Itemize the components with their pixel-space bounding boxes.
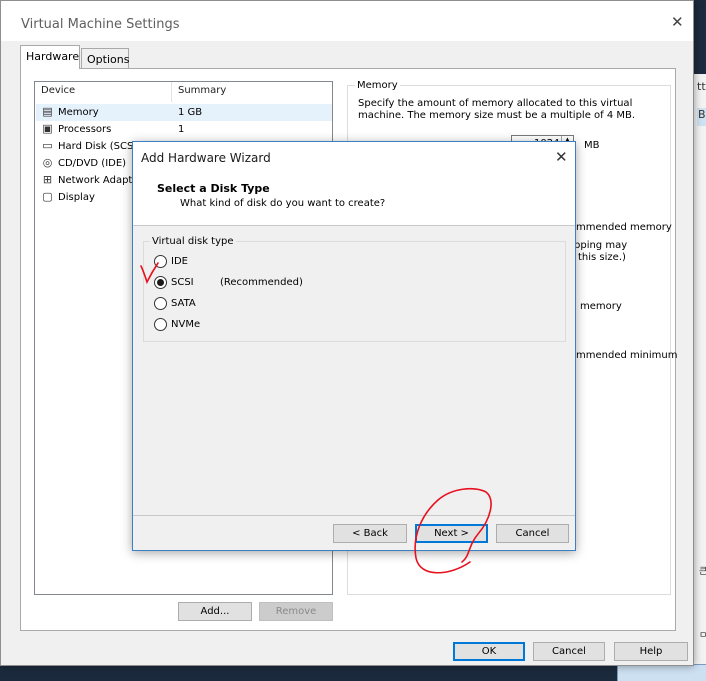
memory-icon: ▤ xyxy=(42,105,53,118)
background-text: 큰 xyxy=(699,567,706,577)
background-button[interactable] xyxy=(617,664,706,681)
column-header-summary[interactable]: Summary xyxy=(178,85,226,96)
device-name: Hard Disk (SCSI) xyxy=(58,141,141,152)
wizard-header: Select a Disk Type What kind of disk do … xyxy=(133,172,575,226)
memory-note: pping may xyxy=(574,240,628,251)
memory-group-label: Memory xyxy=(355,80,400,91)
close-icon[interactable]: ✕ xyxy=(671,15,684,30)
radio-button[interactable] xyxy=(154,318,167,331)
vm-settings-titlebar: Virtual Machine Settings ✕ xyxy=(1,1,693,41)
back-button[interactable]: < Back xyxy=(333,524,407,543)
add-hardware-button[interactable]: Add... xyxy=(178,602,252,621)
memory-note: mmended minimum xyxy=(576,350,678,361)
close-icon[interactable]: ✕ xyxy=(555,148,568,166)
memory-note: this size.) xyxy=(578,252,626,263)
hard-disk-icon: ▭ xyxy=(42,139,53,152)
device-summary: 1 xyxy=(178,124,185,135)
device-name: Display xyxy=(58,192,95,203)
wizard-heading: Select a Disk Type xyxy=(157,182,270,195)
ok-button[interactable]: OK xyxy=(453,642,525,661)
network-adapter-icon: ⊞ xyxy=(42,173,53,186)
radio-button[interactable] xyxy=(154,255,167,268)
recommended-note: (Recommended) xyxy=(220,277,303,288)
cd-dvd-icon: ◎ xyxy=(42,156,53,169)
device-row-processors[interactable]: ▣ Processors 1 xyxy=(36,121,332,138)
processor-icon: ▣ xyxy=(42,122,53,135)
virtual-disk-type-label: Virtual disk type xyxy=(150,236,236,247)
cancel-button[interactable]: Cancel xyxy=(533,642,605,661)
memory-description: Specify the amount of memory allocated t… xyxy=(358,98,636,121)
wizard-divider xyxy=(133,515,575,516)
radio-label: SATA xyxy=(171,298,196,309)
background-text: ttp xyxy=(697,80,706,93)
radio-button[interactable] xyxy=(154,276,167,289)
wizard-subheading: What kind of disk do you want to create? xyxy=(180,198,386,209)
device-row-memory[interactable]: ▤ Memory 1 GB xyxy=(36,104,332,121)
wizard-titlebar: Add Hardware Wizard ✕ xyxy=(133,142,575,172)
tab-hardware[interactable]: Hardware xyxy=(20,45,80,69)
tab-options[interactable]: Options xyxy=(81,48,129,70)
next-button[interactable]: Next > xyxy=(415,524,488,543)
wizard-cancel-button[interactable]: Cancel xyxy=(496,524,569,543)
device-name: Network Adapter xyxy=(58,175,143,186)
radio-label: IDE xyxy=(171,256,188,267)
memory-unit: MB xyxy=(584,140,600,151)
wizard-title: Add Hardware Wizard xyxy=(141,151,271,165)
background-text: Bi xyxy=(697,108,706,126)
radio-label: NVMe xyxy=(171,319,201,330)
help-button[interactable]: Help xyxy=(614,642,688,661)
radio-button[interactable] xyxy=(154,297,167,310)
memory-note: memory xyxy=(580,301,622,312)
column-header-device[interactable]: Device xyxy=(41,85,75,96)
background-text: ㅁ xyxy=(699,631,706,641)
virtual-disk-type-group: Virtual disk type IDE SCSI (Recommended)… xyxy=(143,236,566,342)
vm-settings-title: Virtual Machine Settings xyxy=(21,17,180,32)
remove-hardware-button[interactable]: Remove xyxy=(259,602,333,621)
display-icon: ▢ xyxy=(42,190,53,203)
device-name: Processors xyxy=(58,124,112,135)
device-name: CD/DVD (IDE) xyxy=(58,158,127,169)
device-name: Memory xyxy=(58,107,99,118)
radio-label: SCSI xyxy=(171,277,194,288)
memory-note: mmended memory xyxy=(576,222,672,233)
add-hardware-wizard-dialog: Add Hardware Wizard ✕ Select a Disk Type… xyxy=(132,141,576,551)
column-separator[interactable] xyxy=(171,82,172,102)
device-summary: 1 GB xyxy=(178,107,203,118)
